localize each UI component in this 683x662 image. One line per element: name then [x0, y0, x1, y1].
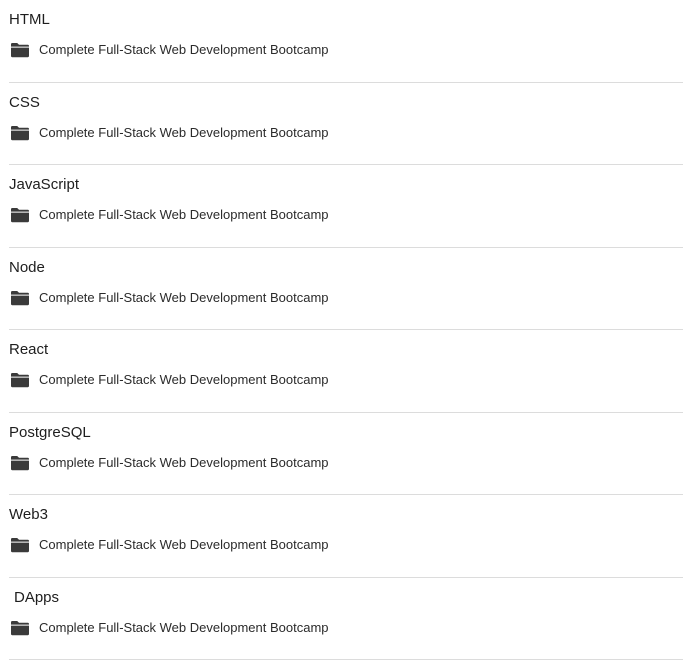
folder-icon: [10, 290, 30, 306]
course-list: HTML Complete Full-Stack Web Development…: [0, 0, 683, 660]
item-meta: Complete Full-Stack Web Development Boot…: [10, 453, 329, 473]
list-item-dapps[interactable]: DApps Complete Full-Stack Web Developmen…: [9, 578, 683, 660]
folder-icon: [10, 42, 30, 58]
item-title: CSS: [9, 93, 40, 111]
item-title: PostgreSQL: [9, 423, 91, 441]
list-item-javascript[interactable]: JavaScript Complete Full-Stack Web Devel…: [9, 165, 683, 248]
folder-icon: [10, 125, 30, 141]
list-item-web3[interactable]: Web3 Complete Full-Stack Web Development…: [9, 495, 683, 578]
item-meta: Complete Full-Stack Web Development Boot…: [10, 205, 329, 225]
list-item-html[interactable]: HTML Complete Full-Stack Web Development…: [9, 0, 683, 83]
item-title: Web3: [9, 506, 48, 523]
item-subtitle: Complete Full-Stack Web Development Boot…: [39, 619, 329, 635]
folder-icon: [10, 620, 30, 636]
item-title: React: [9, 341, 49, 358]
folder-icon: [10, 207, 30, 223]
item-meta: Complete Full-Stack Web Development Boot…: [10, 618, 329, 638]
list-item-node[interactable]: Node Complete Full-Stack Web Development…: [9, 248, 683, 330]
item-meta: Complete Full-Stack Web Development Boot…: [10, 40, 329, 60]
folder-icon: [10, 537, 30, 553]
item-subtitle: Complete Full-Stack Web Development Boot…: [39, 42, 329, 57]
item-subtitle: Complete Full-Stack Web Development Boot…: [39, 454, 329, 470]
item-subtitle: Complete Full-Stack Web Development Boot…: [39, 289, 329, 305]
item-title: DApps: [14, 588, 60, 606]
item-title: HTML: [9, 11, 50, 28]
item-title: Node: [9, 258, 45, 276]
item-subtitle: Complete Full-Stack Web Development Boot…: [39, 207, 329, 222]
folder-icon: [10, 372, 30, 388]
list-item-postgresql[interactable]: PostgreSQL Complete Full-Stack Web Devel…: [9, 413, 683, 495]
item-meta: Complete Full-Stack Web Development Boot…: [10, 123, 329, 143]
item-subtitle: Complete Full-Stack Web Development Boot…: [39, 372, 329, 387]
item-subtitle: Complete Full-Stack Web Development Boot…: [39, 537, 329, 552]
list-item-react[interactable]: React Complete Full-Stack Web Developmen…: [9, 330, 683, 413]
item-title: JavaScript: [9, 176, 80, 193]
item-subtitle: Complete Full-Stack Web Development Boot…: [39, 124, 329, 140]
item-meta: Complete Full-Stack Web Development Boot…: [10, 535, 329, 555]
list-item-css[interactable]: CSS Complete Full-Stack Web Development …: [9, 83, 683, 165]
item-meta: Complete Full-Stack Web Development Boot…: [10, 288, 329, 308]
item-meta: Complete Full-Stack Web Development Boot…: [10, 370, 329, 390]
folder-icon: [10, 455, 30, 471]
